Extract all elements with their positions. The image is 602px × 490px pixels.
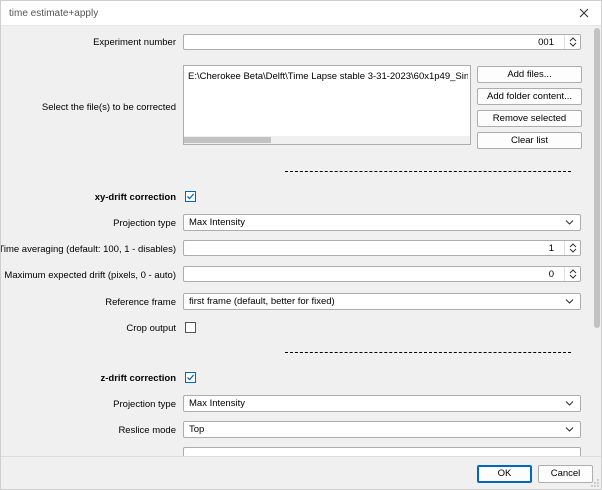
dialog-window: time estimate+apply Experiment number 00… xyxy=(0,0,602,490)
experiment-number-value: 001 xyxy=(538,37,554,48)
max-drift-value: 0 xyxy=(548,269,554,280)
reslice-mode-select[interactable]: Top xyxy=(183,421,581,438)
spin-arrows-icon[interactable] xyxy=(564,267,580,281)
section-separator xyxy=(285,171,571,172)
add-folder-content-button[interactable]: Add folder content... xyxy=(477,88,582,105)
z-projection-select[interactable]: Max Intensity xyxy=(183,395,581,412)
crop-output-checkbox[interactable] xyxy=(185,322,196,333)
close-button[interactable] xyxy=(575,4,593,22)
chevron-down-icon xyxy=(565,401,574,406)
file-list-hscrollbar[interactable] xyxy=(184,136,470,144)
cutoff-row-input[interactable] xyxy=(183,447,581,456)
cancel-button[interactable]: Cancel xyxy=(538,465,593,483)
z-drift-checkbox[interactable] xyxy=(185,372,196,383)
vertical-scroll-thumb[interactable] xyxy=(594,28,600,328)
experiment-number-input[interactable]: 001 xyxy=(183,34,581,50)
time-averaging-value: 1 xyxy=(548,243,554,254)
crop-output-label: Crop output xyxy=(126,323,176,334)
time-averaging-input[interactable]: 1 xyxy=(183,240,581,256)
resize-grip-icon[interactable] xyxy=(591,479,599,487)
section-separator xyxy=(285,352,571,353)
add-files-button[interactable]: Add files... xyxy=(477,66,582,83)
vertical-scrollbar[interactable] xyxy=(593,26,601,456)
xy-projection-label: Projection type xyxy=(113,218,176,229)
title-bar: time estimate+apply xyxy=(1,1,601,26)
xy-projection-select[interactable]: Max Intensity xyxy=(183,214,581,231)
reference-frame-value: first frame (default, better for fixed) xyxy=(189,296,335,307)
file-list-item[interactable]: E:\Cherokee Beta\Delft\Time Lapse stable… xyxy=(188,71,468,82)
clear-list-button[interactable]: Clear list xyxy=(477,132,582,149)
xy-drift-checkbox[interactable] xyxy=(185,191,196,202)
spin-arrows-icon[interactable] xyxy=(564,35,580,49)
z-projection-label: Projection type xyxy=(113,399,176,410)
close-icon xyxy=(579,8,589,18)
xy-projection-value: Max Intensity xyxy=(189,217,245,228)
remove-selected-button[interactable]: Remove selected xyxy=(477,110,582,127)
experiment-number-label: Experiment number xyxy=(93,37,176,48)
reference-frame-select[interactable]: first frame (default, better for fixed) xyxy=(183,293,581,310)
xy-drift-heading: xy-drift correction xyxy=(94,192,176,203)
z-drift-heading: z-drift correction xyxy=(100,373,176,384)
z-projection-value: Max Intensity xyxy=(189,398,245,409)
max-drift-input[interactable]: 0 xyxy=(183,266,581,282)
checkmark-icon xyxy=(187,374,195,381)
file-list[interactable]: E:\Cherokee Beta\Delft\Time Lapse stable… xyxy=(183,65,471,145)
chevron-down-icon xyxy=(565,220,574,225)
reference-frame-label: Reference frame xyxy=(105,297,176,308)
chevron-down-icon xyxy=(565,299,574,304)
dialog-footer: OK Cancel xyxy=(1,456,601,489)
file-list-hscroll-thumb[interactable] xyxy=(184,137,271,143)
scroll-content: Experiment number 001 Select the file(s)… xyxy=(1,26,601,456)
file-select-label: Select the file(s) to be corrected xyxy=(41,102,176,113)
ok-button[interactable]: OK xyxy=(477,465,532,483)
spin-arrows-icon[interactable] xyxy=(564,241,580,255)
checkmark-icon xyxy=(187,193,195,200)
reslice-mode-label: Reslice mode xyxy=(118,425,176,436)
reslice-mode-value: Top xyxy=(189,424,205,435)
time-averaging-label: Time averaging (default: 100, 1 - disabl… xyxy=(1,244,176,255)
chevron-down-icon xyxy=(565,427,574,432)
max-drift-label: Maximum expected drift (pixels, 0 - auto… xyxy=(4,270,176,281)
window-title: time estimate+apply xyxy=(9,8,99,19)
